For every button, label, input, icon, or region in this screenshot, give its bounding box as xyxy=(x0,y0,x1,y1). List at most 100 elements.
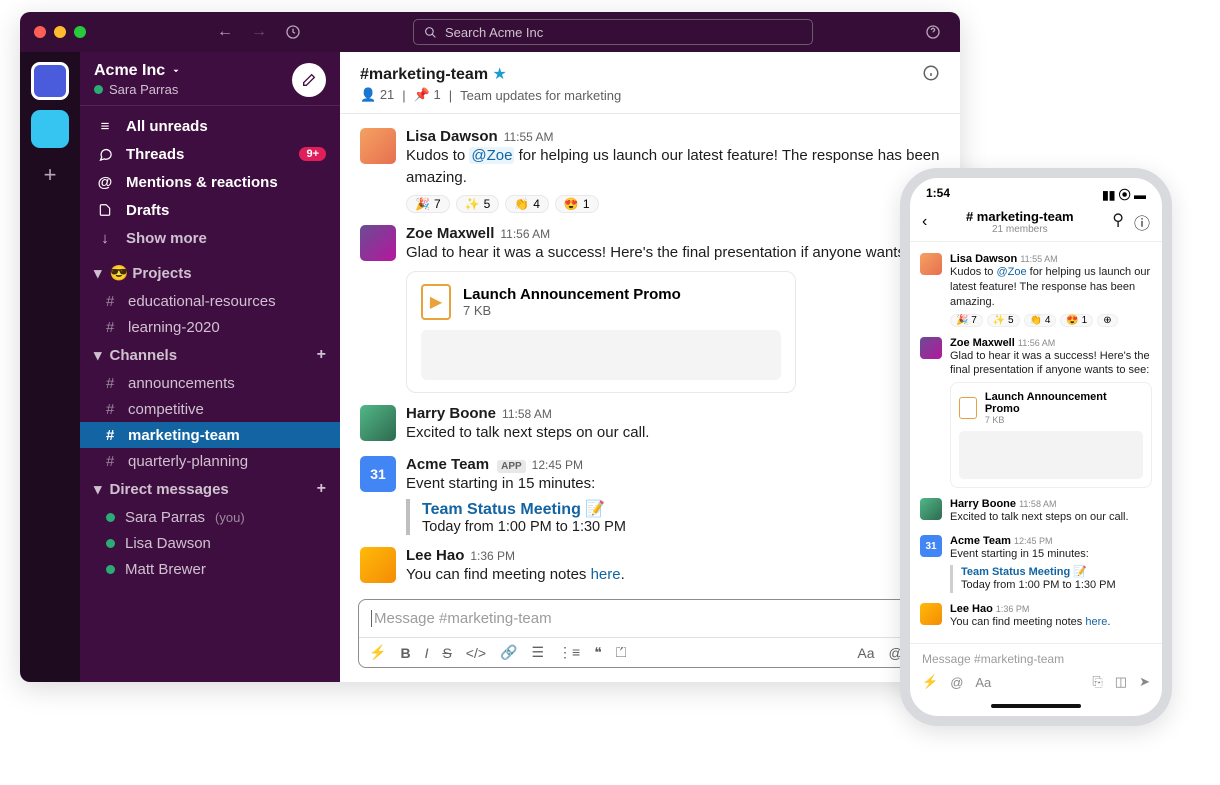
mention[interactable]: @Zoe xyxy=(469,147,514,164)
message[interactable]: 31 Acme Team 12:45 PM Event starting in … xyxy=(920,530,1152,598)
file-attachment[interactable]: ▶ Launch Announcement Promo7 KB xyxy=(406,271,796,393)
info-icon[interactable]: ⓘ xyxy=(1134,210,1150,234)
user-presence[interactable]: Sara Parras xyxy=(94,82,181,97)
section-direct-messages[interactable]: ▾ Direct messages+ xyxy=(80,474,340,504)
file-icon: ▶ xyxy=(421,284,451,320)
add-channel-button[interactable]: + xyxy=(317,346,326,364)
strike-button[interactable]: S xyxy=(442,645,451,661)
nav-all-unreads[interactable]: ≡All unreads xyxy=(80,112,340,140)
compose-button[interactable] xyxy=(292,63,326,97)
reaction[interactable]: 👏4 xyxy=(505,195,549,213)
mention-button[interactable]: @ xyxy=(950,675,963,690)
bold-button[interactable]: B xyxy=(400,645,410,661)
message[interactable]: Lisa Dawson11:55 AM Kudos to @Zoe for he… xyxy=(360,122,956,219)
channel-competitive[interactable]: #competitive xyxy=(80,396,340,422)
workspace-switcher-item[interactable] xyxy=(31,110,69,148)
back-button[interactable]: ‹ xyxy=(922,213,927,231)
nav-show-more[interactable]: ↓Show more xyxy=(80,224,340,252)
add-dm-button[interactable]: + xyxy=(317,480,326,498)
help-icon[interactable] xyxy=(920,19,946,45)
mobile-channel-title[interactable]: # marketing-team xyxy=(966,209,1074,224)
mobile-composer[interactable]: Message #marketing-team ⚡ @ Aa ⎘ ◫ ➤ xyxy=(910,643,1162,698)
history-icon[interactable] xyxy=(280,19,306,45)
file-attachment[interactable]: Launch Announcement Promo7 KB xyxy=(950,382,1152,488)
message[interactable]: Zoe Maxwell 11:56 AM Glad to hear it was… xyxy=(920,332,1152,494)
message[interactable]: Lee Hao 1:36 PM You can find meeting not… xyxy=(920,598,1152,635)
add-workspace-button[interactable]: + xyxy=(44,162,57,188)
nav-mentions[interactable]: @Mentions & reactions xyxy=(80,168,340,196)
channel-marketing-team[interactable]: #marketing-team xyxy=(80,422,340,448)
link[interactable]: here xyxy=(591,566,621,583)
message[interactable]: Harry Boone 11:58 AM Excited to talk nex… xyxy=(920,493,1152,530)
nav-back-button[interactable]: ← xyxy=(212,19,238,45)
nav-forward-button[interactable]: → xyxy=(246,19,272,45)
reaction[interactable]: 😍1 xyxy=(555,195,599,213)
message[interactable]: Lee Hao1:36 PM You can find meeting note… xyxy=(360,541,956,592)
workspace-switcher-active[interactable] xyxy=(31,62,69,100)
reaction[interactable]: 🎉 7 xyxy=(950,314,983,327)
link-button[interactable]: 🔗 xyxy=(500,644,517,661)
section-projects[interactable]: ▾ 😎 Projects xyxy=(80,258,340,288)
avatar[interactable] xyxy=(920,498,942,520)
avatar[interactable] xyxy=(360,128,396,164)
message[interactable]: Harry Boone11:58 AM Excited to talk next… xyxy=(360,399,956,450)
minimize-window-button[interactable] xyxy=(54,26,66,38)
italic-button[interactable]: I xyxy=(425,645,429,661)
channel-meta[interactable]: 👤 21 | 📌 1 | Team updates for marketing xyxy=(360,87,621,103)
avatar[interactable] xyxy=(920,253,942,275)
nav-drafts[interactable]: Drafts xyxy=(80,196,340,224)
format-button[interactable]: Aa xyxy=(975,675,991,690)
sidebar: Acme Inc Sara Parras ≡All unreads Thread… xyxy=(80,52,340,682)
close-window-button[interactable] xyxy=(34,26,46,38)
channel-educational-resources[interactable]: #educational-resources xyxy=(80,288,340,314)
channel-learning-2020[interactable]: #learning-2020 xyxy=(80,314,340,340)
workspace-name[interactable]: Acme Inc xyxy=(94,62,181,80)
mobile-composer-input[interactable]: Message #marketing-team xyxy=(922,652,1150,666)
message[interactable]: 31 Acme TeamAPP12:45 PM Event starting i… xyxy=(360,450,956,541)
message-composer[interactable]: Message #marketing-team ⚡ B I S </> 🔗 ☰ … xyxy=(358,599,942,668)
dm-sara-parras[interactable]: Sara Parras (you) xyxy=(80,504,340,530)
avatar[interactable] xyxy=(360,405,396,441)
message[interactable]: Zoe Maxwell11:56 AM Glad to hear it was … xyxy=(360,219,956,400)
reaction[interactable]: 👏 4 xyxy=(1024,314,1057,327)
nav-threads[interactable]: Threads9+ xyxy=(80,140,340,168)
add-reaction-button[interactable]: ⊕ xyxy=(1097,314,1117,327)
bullet-list-button[interactable]: ⋮≡ xyxy=(558,644,580,661)
star-icon[interactable]: ★ xyxy=(493,66,507,83)
avatar[interactable] xyxy=(360,547,396,583)
avatar[interactable] xyxy=(360,225,396,261)
shortcuts-icon[interactable]: ⚡ xyxy=(369,644,386,661)
code-button[interactable]: </> xyxy=(466,645,486,661)
dm-lisa-dawson[interactable]: Lisa Dawson xyxy=(80,530,340,556)
channel-title[interactable]: #marketing-team xyxy=(360,66,488,83)
reaction[interactable]: 😍 1 xyxy=(1060,314,1093,327)
reaction[interactable]: 🎉7 xyxy=(406,195,450,213)
app-badge: APP xyxy=(497,460,526,473)
event-attachment[interactable]: Team Status Meeting 📝 Today from 1:00 PM… xyxy=(406,499,956,535)
channel-announcements[interactable]: #announcements xyxy=(80,370,340,396)
search-input[interactable]: Search Acme Inc xyxy=(413,19,813,45)
channel-details-button[interactable] xyxy=(922,64,940,82)
send-button[interactable]: ➤ xyxy=(1139,674,1150,690)
channel-quarterly-planning[interactable]: #quarterly-planning xyxy=(80,448,340,474)
reaction[interactable]: ✨ 5 xyxy=(987,314,1020,327)
message[interactable]: Lisa Dawson 11:55 AM Kudos to @Zoe for h… xyxy=(920,248,1152,332)
calendar-icon[interactable]: 31 xyxy=(360,456,396,492)
home-indicator[interactable] xyxy=(991,704,1081,708)
blockquote-button[interactable]: ❝ xyxy=(594,644,602,661)
avatar[interactable] xyxy=(920,603,942,625)
maximize-window-button[interactable] xyxy=(74,26,86,38)
search-icon[interactable]: ⚲ xyxy=(1112,210,1124,234)
attach-button[interactable]: ⎘ xyxy=(1092,674,1102,690)
camera-button[interactable]: ◫ xyxy=(1115,674,1127,690)
calendar-icon[interactable]: 31 xyxy=(920,535,942,557)
shortcuts-icon[interactable]: ⚡ xyxy=(922,674,938,690)
reaction[interactable]: ✨5 xyxy=(456,195,500,213)
avatar[interactable] xyxy=(920,337,942,359)
ordered-list-button[interactable]: ☰ xyxy=(531,644,544,661)
dm-matt-brewer[interactable]: Matt Brewer xyxy=(80,556,340,582)
format-button[interactable]: Aa xyxy=(857,645,874,661)
section-channels[interactable]: ▾ Channels+ xyxy=(80,340,340,370)
composer-input[interactable]: Message #marketing-team xyxy=(359,600,941,637)
codeblock-button[interactable]: ⏍ xyxy=(616,644,627,661)
